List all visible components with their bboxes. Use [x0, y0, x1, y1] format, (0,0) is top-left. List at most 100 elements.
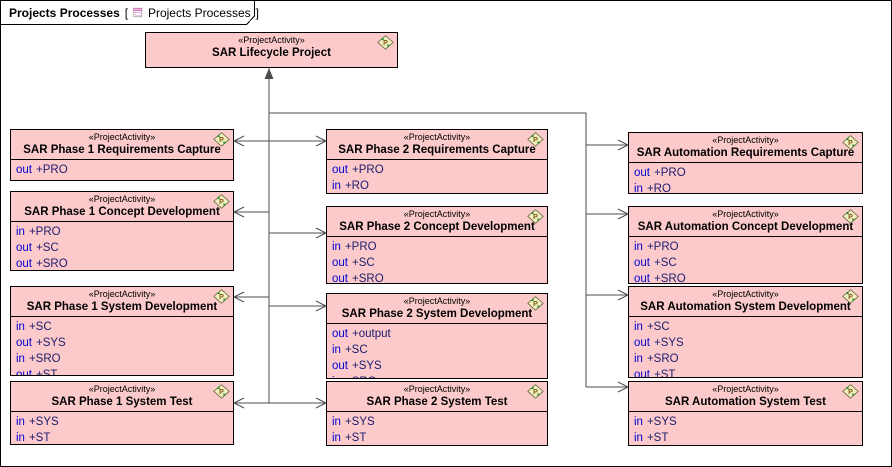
parameter: out+SC: [634, 255, 862, 271]
param-name: +SRO: [29, 353, 61, 365]
activity-box-p1_con[interactable]: «ProjectActivity» SAR Phase 1 Concept De…: [10, 191, 234, 271]
activity-box-auto_con[interactable]: «ProjectActivity» SAR Automation Concept…: [628, 206, 863, 284]
param-name: +ST: [345, 432, 366, 444]
activity-box-auto_test[interactable]: «ProjectActivity» SAR Automation System …: [628, 381, 863, 446]
project-activity-icon: P: [213, 384, 230, 399]
activity-name: SAR Automation Concept Development: [631, 220, 860, 235]
parameter: in+PRO: [332, 239, 547, 255]
activity-name: SAR Lifecycle Project: [148, 46, 395, 61]
parameters-compartment: out +PRO: [11, 159, 233, 180]
svg-text:P: P: [848, 293, 853, 301]
parameter: in+SC: [332, 342, 547, 358]
svg-text:P: P: [219, 388, 224, 396]
parameters-compartment: out +output in+SC out +SYS in+SRO: [327, 323, 547, 379]
activity-header: «ProjectActivity» SAR Lifecycle Project …: [146, 33, 397, 62]
stereotype-label: «ProjectActivity»: [13, 289, 231, 300]
activity-header: «ProjectActivity» SAR Phase 1 System Tes…: [11, 382, 233, 411]
project-activity-icon: P: [527, 132, 544, 147]
activity-header: «ProjectActivity» SAR Phase 2 Concept De…: [327, 207, 547, 236]
svg-text:P: P: [533, 300, 538, 308]
param-direction: in: [16, 226, 25, 238]
activity-box-auto_sys[interactable]: «ProjectActivity» SAR Automation System …: [628, 286, 863, 378]
param-name: +PRO: [352, 164, 384, 176]
param-direction: in: [634, 241, 643, 253]
activity-box-p1_req[interactable]: «ProjectActivity» SAR Phase 1 Requiremen…: [10, 129, 234, 181]
param-name: +PRO: [36, 164, 68, 176]
parameter: out+SYS: [16, 335, 233, 351]
parameter: in+PRO: [16, 224, 233, 240]
project-activity-icon: P: [842, 135, 859, 150]
parameter: out+SRO: [332, 271, 547, 284]
param-direction: in: [16, 416, 25, 428]
parameter: in+SYS: [16, 414, 233, 430]
param-direction: out: [634, 273, 650, 284]
parameter: in +RO: [634, 181, 862, 194]
parameters-compartment: in+PRO out +SC out+SRO: [327, 236, 547, 284]
param-name: +PRO: [647, 241, 679, 253]
stereotype-label: «ProjectActivity»: [329, 384, 545, 395]
param-name: +SC: [647, 321, 670, 333]
param-name: +SRO: [647, 353, 679, 365]
stereotype-label: «ProjectActivity»: [631, 384, 860, 395]
diagram-header-tab[interactable]: Projects Processes [ Projects Processes …: [1, 1, 259, 24]
parameter: in+RO: [332, 178, 547, 194]
param-name: +SYS: [352, 360, 382, 372]
parameter: in+SRO: [634, 351, 862, 367]
activity-header: «ProjectActivity» SAR Automation Concept…: [629, 207, 862, 236]
stereotype-label: «ProjectActivity»: [631, 289, 860, 300]
param-direction: in: [634, 432, 643, 444]
stereotype-label: «ProjectActivity»: [13, 194, 231, 205]
parameters-compartment: in +PRO out+SC out +SRO: [629, 236, 862, 284]
activity-header: «ProjectActivity» SAR Automation Require…: [629, 133, 862, 162]
param-direction: out: [16, 258, 32, 270]
svg-text:P: P: [219, 198, 224, 206]
activity-box-p2_con[interactable]: «ProjectActivity» SAR Phase 2 Concept De…: [326, 206, 548, 284]
param-direction: in: [332, 376, 341, 379]
svg-text:P: P: [848, 213, 853, 221]
param-direction: out: [332, 257, 348, 269]
param-name: +ST: [29, 432, 50, 444]
param-name: +SRO: [654, 273, 686, 284]
project-activity-icon: P: [213, 289, 230, 304]
parameter: in+ST: [16, 430, 233, 445]
activity-name: SAR Automation Requirements Capture: [631, 146, 860, 161]
param-name: +ST: [647, 432, 668, 444]
svg-text:P: P: [848, 388, 853, 396]
param-direction: in: [332, 432, 341, 444]
svg-text:P: P: [383, 39, 388, 47]
param-name: +output: [352, 328, 391, 340]
diagram-type-icon: [133, 5, 143, 20]
activity-box-p2_req[interactable]: «ProjectActivity» SAR Phase 2 Requiremen…: [326, 129, 548, 194]
activity-box-auto_req[interactable]: «ProjectActivity» SAR Automation Require…: [628, 132, 863, 194]
param-direction: out: [332, 328, 348, 340]
parameter: out +SRO: [634, 271, 862, 284]
parameter: out+ST: [634, 367, 862, 378]
param-direction: out: [16, 242, 32, 254]
param-direction: in: [16, 321, 25, 333]
param-name: +PRO: [654, 167, 686, 179]
param-direction: out: [332, 360, 348, 372]
param-direction: in: [332, 241, 341, 253]
activity-box-p1_sys[interactable]: «ProjectActivity» SAR Phase 1 System Dev…: [10, 286, 234, 376]
parameter: in+SRO: [332, 374, 547, 379]
param-name: +SYS: [654, 337, 684, 349]
param-direction: in: [634, 183, 643, 194]
param-direction: out: [16, 164, 32, 176]
parameters-compartment: out+PROin+RO: [629, 162, 862, 194]
activity-header: «ProjectActivity» SAR Automation System …: [629, 287, 862, 316]
activity-box-p2_sys[interactable]: «ProjectActivity» SAR Phase 2 System Dev…: [326, 293, 548, 379]
parameter: out+SC: [16, 240, 233, 256]
activity-box-p2_test[interactable]: «ProjectActivity» SAR Phase 2 System Tes…: [326, 381, 548, 446]
param-direction: out: [634, 337, 650, 349]
activity-box-root[interactable]: «ProjectActivity» SAR Lifecycle Project …: [145, 32, 398, 68]
stereotype-label: «ProjectActivity»: [329, 209, 545, 220]
project-activity-icon: P: [213, 132, 230, 147]
activity-box-p1_test[interactable]: «ProjectActivity» SAR Phase 1 System Tes…: [10, 381, 234, 445]
stereotype-label: «ProjectActivity»: [13, 384, 231, 395]
stereotype-label: «ProjectActivity»: [329, 296, 545, 307]
param-name: +SC: [352, 257, 375, 269]
param-name: +RO: [647, 183, 671, 194]
param-direction: out: [332, 164, 348, 176]
project-activity-icon: P: [527, 296, 544, 311]
stereotype-label: «ProjectActivity»: [631, 209, 860, 220]
